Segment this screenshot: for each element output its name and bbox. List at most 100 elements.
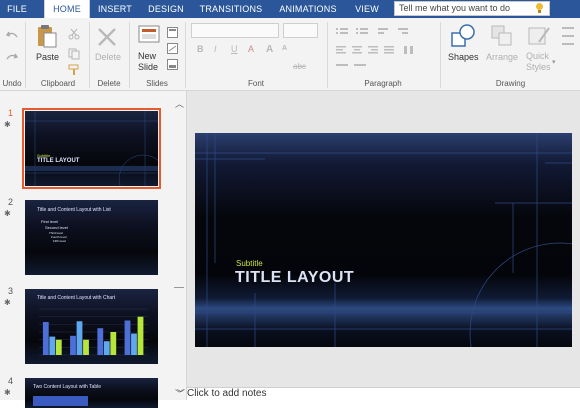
thumb-title: TITLE LAYOUT bbox=[37, 158, 80, 164]
slide-decoration bbox=[195, 133, 572, 347]
main-slide-title[interactable]: TITLE LAYOUT bbox=[235, 269, 354, 287]
quick-styles-icon[interactable] bbox=[527, 24, 551, 48]
chart-bar bbox=[110, 332, 117, 355]
slide-editing-canvas: Subtitle TITLE LAYOUT bbox=[187, 91, 580, 387]
chart-bar bbox=[137, 316, 144, 355]
group-label-paragraph: Paragraph bbox=[364, 79, 402, 88]
bullet-level-5: Fifth level bbox=[53, 239, 66, 243]
slide-number: 1 bbox=[8, 108, 14, 118]
slide-number: 3 bbox=[8, 286, 14, 296]
slide-number: 4 bbox=[8, 376, 14, 386]
quick-styles-label-1: Quick bbox=[526, 51, 550, 61]
tab-transitions[interactable]: TRANSITIONS bbox=[196, 0, 266, 18]
scroll-thumb[interactable] bbox=[174, 287, 184, 288]
slide-thumbnail-2[interactable]: Title and Content Layout with List First… bbox=[25, 200, 158, 275]
cut-icon[interactable] bbox=[68, 28, 80, 40]
font-size-dropdown[interactable] bbox=[283, 23, 318, 38]
transition-icon: ✱ bbox=[4, 209, 11, 218]
slide-thumbnail-4[interactable]: Two Content Layout with Table bbox=[25, 378, 158, 408]
lightbulb-icon bbox=[536, 3, 543, 13]
paste-button[interactable]: Paste bbox=[36, 52, 59, 62]
tab-animations[interactable]: ANIMATIONS bbox=[274, 0, 342, 18]
group-label-clipboard: Clipboard bbox=[40, 79, 76, 88]
chart-bar bbox=[97, 328, 104, 355]
transition-icon: ✱ bbox=[4, 388, 11, 397]
tab-view[interactable]: VIEW bbox=[350, 0, 384, 18]
undo-icon[interactable] bbox=[6, 30, 18, 42]
reset-icon[interactable] bbox=[167, 43, 178, 54]
chevron-down-icon[interactable]: ▾ bbox=[552, 58, 556, 66]
new-slide-label-1: New bbox=[138, 51, 157, 61]
bullet-level-2: Second level bbox=[45, 225, 68, 230]
section-icon[interactable] bbox=[167, 59, 178, 70]
chart-bar bbox=[131, 333, 137, 355]
tab-home[interactable]: HOME bbox=[44, 0, 90, 18]
shapes-button[interactable]: Shapes bbox=[448, 52, 479, 62]
slide-thumbnail-3[interactable]: Title and Content Layout with Chart bbox=[25, 289, 158, 364]
quick-styles-button[interactable]: Quick Styles bbox=[526, 51, 551, 73]
transition-icon: ✱ bbox=[4, 120, 11, 129]
chart-bar bbox=[103, 341, 110, 355]
tab-file[interactable]: FILE bbox=[0, 0, 34, 18]
chart-bar bbox=[49, 336, 56, 355]
format-painter-icon[interactable] bbox=[68, 64, 80, 76]
chart-bar bbox=[55, 339, 62, 355]
chevron-down-icon[interactable]: ﹀ bbox=[177, 388, 185, 399]
tell-me-search-input[interactable]: Tell me what you want to do bbox=[394, 1, 550, 16]
group-label-delete: Delete bbox=[97, 79, 121, 88]
new-slide-icon[interactable] bbox=[138, 24, 160, 46]
group-divider bbox=[25, 22, 26, 88]
group-label-drawing: Drawing bbox=[495, 79, 526, 88]
notes-pane[interactable]: ﹀ Click to add notes bbox=[177, 387, 580, 401]
italic-button[interactable]: I bbox=[214, 44, 217, 54]
font-color-button[interactable]: A bbox=[248, 44, 254, 54]
shapes-icon[interactable] bbox=[450, 23, 476, 49]
shape-effects-icons[interactable] bbox=[560, 24, 578, 52]
transition-icon: ✱ bbox=[4, 298, 11, 307]
scroll-up-icon[interactable]: ︿ bbox=[175, 97, 184, 110]
thumb-title: Title and Content Layout with List bbox=[37, 207, 111, 213]
chart-bar bbox=[70, 335, 76, 355]
chart-bar bbox=[76, 321, 83, 355]
arrange-button[interactable]: Arrange bbox=[486, 52, 518, 62]
ribbon-home: Undo Paste Clipboard Delete Delete New Sl… bbox=[0, 18, 580, 91]
new-slide-label-2: Slide bbox=[138, 62, 159, 72]
strikethrough-button[interactable]: abc bbox=[293, 62, 306, 71]
shrink-font-button[interactable]: A bbox=[282, 45, 287, 52]
ribbon-tab-bar: FILE HOME INSERT DESIGN TRANSITIONS ANIM… bbox=[0, 0, 580, 18]
main-slide[interactable]: Subtitle TITLE LAYOUT bbox=[195, 133, 572, 347]
group-label-slides: Slides bbox=[146, 79, 168, 88]
group-label-undo: Undo bbox=[2, 79, 22, 88]
thumbnail-scrollbar[interactable]: ︿ ﹀ bbox=[172, 91, 186, 400]
chart-bar bbox=[42, 322, 49, 355]
chart-bar bbox=[124, 320, 131, 355]
tab-insert[interactable]: INSERT bbox=[92, 0, 138, 18]
grow-font-button[interactable]: A bbox=[266, 44, 273, 55]
layout-icon[interactable] bbox=[167, 27, 178, 38]
notes-placeholder: Click to add notes bbox=[187, 388, 267, 399]
slide-thumbnail-pane: 1 ✱ Subtitle TITLE LAYOUT 2 ✱ Title and … bbox=[0, 91, 187, 408]
bullet-level-1: First level bbox=[41, 219, 59, 224]
thumb-title: Two Content Layout with Table bbox=[33, 384, 102, 390]
paragraph-controls[interactable] bbox=[334, 26, 434, 76]
delete-icon[interactable] bbox=[96, 26, 118, 48]
delete-button[interactable]: Delete bbox=[95, 52, 121, 62]
slide-decoration bbox=[25, 111, 158, 186]
copy-icon[interactable] bbox=[68, 48, 80, 60]
new-slide-button[interactable]: New Slide bbox=[138, 51, 158, 73]
font-family-dropdown[interactable] bbox=[191, 23, 279, 38]
main-slide-subtitle[interactable]: Subtitle bbox=[236, 259, 263, 268]
chart-bar bbox=[83, 339, 89, 355]
group-label-font: Font bbox=[247, 79, 264, 88]
slide-number: 2 bbox=[8, 197, 14, 207]
bold-button[interactable]: B bbox=[197, 44, 204, 54]
paste-icon[interactable] bbox=[37, 24, 57, 48]
quick-styles-label-2: Styles bbox=[526, 62, 551, 72]
redo-icon[interactable] bbox=[6, 52, 18, 64]
underline-button[interactable]: U bbox=[231, 44, 238, 54]
tab-design[interactable]: DESIGN bbox=[142, 0, 190, 18]
thumb-table bbox=[33, 396, 88, 406]
slide-thumbnail-1[interactable]: Subtitle TITLE LAYOUT bbox=[22, 108, 161, 189]
thumb-chart bbox=[39, 308, 148, 356]
arrange-icon[interactable] bbox=[490, 24, 514, 48]
